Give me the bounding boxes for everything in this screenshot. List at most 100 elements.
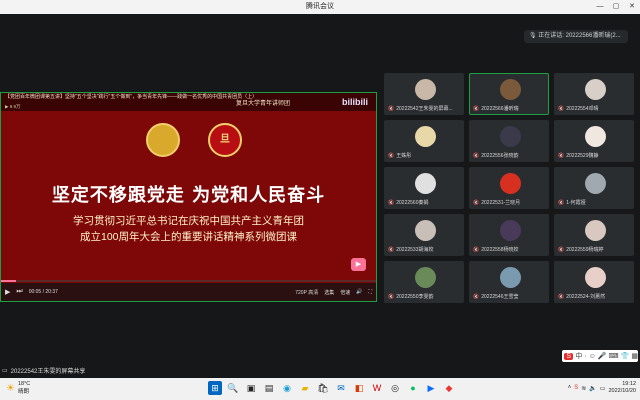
participant-tile[interactable]: 🔇 20222556张晓韵: [469, 120, 549, 162]
battery-icon[interactable]: ▭: [600, 385, 606, 392]
mic-muted-icon: 🔇: [558, 293, 565, 300]
skin-icon[interactable]: 👕: [621, 352, 630, 360]
participant-name-text: 20222546王雪莹: [481, 294, 519, 300]
mail-icon[interactable]: ✉: [334, 381, 348, 395]
keyboard-icon[interactable]: ⌨: [609, 352, 619, 360]
widgets-icon[interactable]: ▤: [262, 381, 276, 395]
participant-tile[interactable]: 🔇 20222546王雪莹: [469, 261, 549, 303]
wifi-icon[interactable]: ≋: [581, 385, 586, 392]
participant-tile[interactable]: 🔇 王姝彤: [384, 120, 464, 162]
time-display: 00:05 / 20:37: [28, 289, 58, 295]
participant-name-text: 20222556张晓韵: [481, 153, 519, 159]
participant-name: 🔇 20222542王朱雯的屏幕...: [388, 105, 453, 113]
avatar: [585, 79, 606, 100]
participant-name-text: 20222531-兰晓月: [481, 200, 521, 206]
play-icon[interactable]: ▶: [5, 288, 10, 296]
speaking-indicator: 🎙 正在讲话: 20222566潘昕瑞(2...: [524, 30, 628, 43]
emoji-icon[interactable]: ☺: [589, 353, 596, 360]
mic-muted-icon: 🔇: [388, 152, 395, 159]
participant-name: 🔇 王姝彤: [388, 152, 411, 160]
windows-start-icon[interactable]: ⊞: [208, 381, 222, 395]
participant-tile[interactable]: 🔇 20222529魏静: [554, 120, 634, 162]
avatar: [500, 126, 521, 147]
participant-name: 🔇 1-何霞娅: [558, 199, 586, 207]
clock-time: 19:12: [622, 381, 636, 387]
weather-widget[interactable]: ☀ 18°C 晴朗: [6, 381, 30, 395]
office-icon[interactable]: ◧: [352, 381, 366, 395]
participant-name: 🔇 20222546王雪莹: [473, 293, 519, 301]
participant-name-text: 20222533胡海姣: [396, 247, 434, 253]
ime-toolbar[interactable]: S 中 · ☺ 🎤 ⌨ 👕 ▦: [562, 350, 638, 362]
screen-share-view[interactable]: 【党团百年微团课第五讲】坚持"五个坚决"践行"五个做到"，争当青年先锋——践做一…: [0, 92, 377, 302]
ime-mode[interactable]: 中: [575, 351, 582, 361]
search-icon[interactable]: 🔍: [226, 381, 240, 395]
avatar: [585, 220, 606, 241]
mic-muted-icon: 🔇: [388, 293, 395, 300]
video-title: 【党团百年微团课第五讲】坚持"五个坚决"践行"五个做到"，争当青年先锋——践做一…: [5, 94, 258, 100]
file-explorer-icon[interactable]: ▰: [298, 381, 312, 395]
participant-tile[interactable]: 🔇 20222559杨瑞婷: [554, 214, 634, 256]
speed-button[interactable]: 倍速: [340, 289, 350, 296]
participant-tile[interactable]: 🔇 20222560秦娟: [384, 167, 464, 209]
participant-name: 🔇 20222533胡海姣: [388, 246, 434, 254]
minimize-icon[interactable]: —: [592, 0, 608, 14]
participant-tile[interactable]: 🔇 20222554邓晴: [554, 73, 634, 115]
participant-tile[interactable]: 🔇 20222558杨晓姣: [469, 214, 549, 256]
participant-name-text: 20222542王朱雯的屏幕...: [396, 106, 453, 112]
fullscreen-icon[interactable]: ⛶: [368, 289, 372, 295]
participant-name-text: 20222529魏静: [566, 153, 599, 159]
avatar: [500, 173, 521, 194]
weather-text: 晴朗: [17, 389, 29, 395]
voice-icon[interactable]: 🎤: [598, 352, 607, 360]
progress-fill: [1, 280, 16, 282]
volume-icon[interactable]: 🔊: [356, 289, 362, 295]
participant-tile[interactable]: 🔇 20222524-刘蕙然: [554, 261, 634, 303]
avatar: [500, 267, 521, 288]
maximize-icon[interactable]: ▢: [608, 0, 624, 14]
participant-tile[interactable]: 🔇 20222531-兰晓月: [469, 167, 549, 209]
edge-icon[interactable]: ◉: [280, 381, 294, 395]
progress-bar[interactable]: [1, 280, 376, 282]
quality-button[interactable]: 720P 高清: [295, 289, 318, 296]
participant-name: 🔇 20222531-兰晓月: [473, 199, 521, 207]
video-badge-icon[interactable]: ▶: [351, 258, 366, 271]
ime-tray-icon[interactable]: S: [574, 385, 578, 391]
participant-name: 🔇 20222558杨晓姣: [473, 246, 519, 254]
participant-name-text: 20222524-刘蕙然: [566, 294, 606, 300]
participant-tile[interactable]: 🔇 1-何霞娅: [554, 167, 634, 209]
punct-icon[interactable]: ·: [584, 353, 586, 360]
qq-icon[interactable]: ◎: [388, 381, 402, 395]
wechat-icon[interactable]: ●: [406, 381, 420, 395]
browser-icon[interactable]: ◆: [442, 381, 456, 395]
next-icon[interactable]: ⏭: [16, 288, 22, 296]
mic-muted-icon: 🔇: [388, 246, 395, 253]
participant-name: 🔇 20222556张晓韵: [473, 152, 519, 160]
chevron-up-icon[interactable]: ˄: [568, 385, 572, 391]
sogou-logo-icon: S: [564, 352, 574, 360]
participant-name-text: 20222560秦娟: [396, 200, 429, 206]
participant-tile[interactable]: 🔇 20222550李雯韵: [384, 261, 464, 303]
mic-muted-icon: 🔇: [473, 105, 480, 112]
league-emblem-icon: [146, 123, 180, 157]
participant-tile[interactable]: 🔇 20222533胡海姣: [384, 214, 464, 256]
store-icon[interactable]: 🛍: [316, 381, 330, 395]
task-view-icon[interactable]: ▣: [244, 381, 258, 395]
participant-name-text: 20222558杨晓姣: [481, 247, 519, 253]
avatar: [415, 79, 436, 100]
grid-icon[interactable]: ▦: [631, 352, 638, 360]
clock[interactable]: 19:12 2022/10/20: [608, 381, 636, 395]
wps-icon[interactable]: W: [370, 381, 384, 395]
avatar: [415, 173, 436, 194]
volume-tray-icon[interactable]: 🔈: [589, 385, 596, 392]
close-icon[interactable]: ✕: [624, 0, 640, 14]
avatar: [415, 267, 436, 288]
slogan-text: 坚定不移跟党走 为党和人民奋斗: [51, 185, 326, 206]
participant-name: 🔇 20222524-刘蕙然: [558, 293, 606, 301]
mic-muted-icon: 🔇: [558, 199, 565, 206]
participant-tile[interactable]: 🔇 20222566潘昕瑞: [469, 73, 549, 115]
participant-tile[interactable]: 🔇 20222542王朱雯的屏幕...: [384, 73, 464, 115]
episodes-button[interactable]: 选集: [324, 289, 334, 296]
mic-muted-icon: 🔇: [473, 246, 480, 253]
tencent-meeting-icon[interactable]: ▶: [424, 381, 438, 395]
view-count: ▶ 9.9万: [5, 104, 21, 109]
